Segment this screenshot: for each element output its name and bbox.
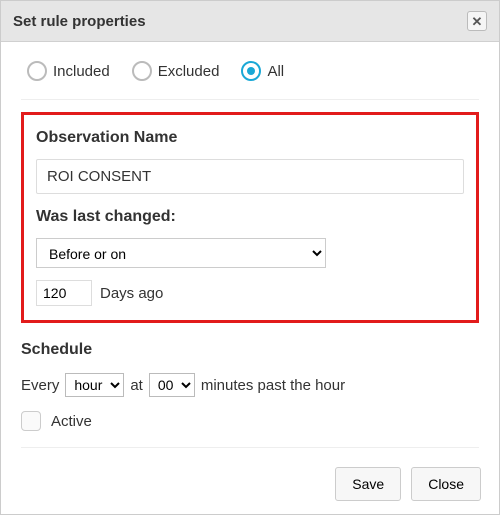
active-label: Active bbox=[51, 413, 92, 430]
radio-included[interactable]: Included bbox=[27, 61, 110, 81]
at-label: at bbox=[130, 377, 143, 394]
filter-radio-group: Included Excluded All bbox=[21, 59, 479, 100]
when-select[interactable]: Before or on bbox=[36, 238, 326, 268]
dialog-body: Included Excluded All Observation Name W… bbox=[1, 41, 499, 454]
radio-excluded[interactable]: Excluded bbox=[132, 61, 220, 81]
radio-all[interactable]: All bbox=[241, 61, 284, 81]
radio-label: Included bbox=[53, 63, 110, 80]
schedule-header: Schedule bbox=[21, 341, 479, 359]
radio-icon bbox=[132, 61, 152, 81]
dialog-title: Set rule properties bbox=[13, 13, 146, 30]
schedule-section: Schedule Every hour at 00 minutes past t… bbox=[21, 341, 479, 448]
radio-icon bbox=[241, 61, 261, 81]
observation-name-input[interactable] bbox=[36, 159, 464, 194]
schedule-minute-select[interactable]: 00 bbox=[149, 373, 195, 397]
every-label: Every bbox=[21, 377, 59, 394]
days-ago-input[interactable] bbox=[36, 280, 92, 306]
dialog-footer: Save Close bbox=[1, 454, 499, 514]
radio-icon bbox=[27, 61, 47, 81]
scroll-area[interactable]: Included Excluded All Observation Name W… bbox=[1, 41, 499, 454]
save-button[interactable]: Save bbox=[335, 467, 401, 501]
observation-highlight-box: Observation Name Was last changed: Befor… bbox=[21, 112, 479, 323]
schedule-unit-select[interactable]: hour bbox=[65, 373, 124, 397]
minutes-suffix: minutes past the hour bbox=[201, 377, 345, 394]
titlebar: Set rule properties ✕ bbox=[1, 1, 499, 42]
observation-name-header: Observation Name bbox=[36, 129, 464, 147]
close-button[interactable]: Close bbox=[411, 467, 481, 501]
rule-properties-dialog: Set rule properties ✕ Included Excluded … bbox=[0, 0, 500, 515]
was-last-changed-label: Was last changed: bbox=[36, 208, 464, 226]
radio-label: All bbox=[267, 63, 284, 80]
close-icon[interactable]: ✕ bbox=[467, 11, 487, 31]
radio-label: Excluded bbox=[158, 63, 220, 80]
days-ago-suffix: Days ago bbox=[100, 285, 163, 302]
active-checkbox[interactable] bbox=[21, 411, 41, 431]
